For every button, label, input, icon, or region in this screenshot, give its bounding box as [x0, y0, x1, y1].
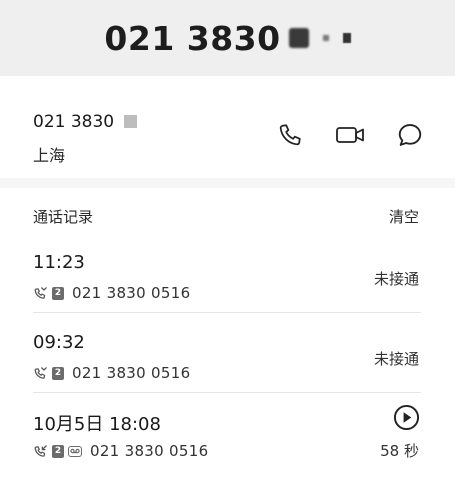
- divider: [33, 312, 421, 313]
- video-camera-icon: [336, 127, 364, 143]
- contact-number-text: 021 3830: [33, 112, 115, 132]
- title-bar: 021 3830: [0, 0, 455, 76]
- sim-badge: 2: [52, 444, 64, 458]
- chat-bubble-icon: [398, 124, 422, 146]
- call-button[interactable]: [275, 120, 305, 150]
- redacted-digits: [342, 33, 351, 43]
- call-time: 11:23: [33, 252, 85, 273]
- incoming-call-icon: [34, 444, 47, 457]
- contact-number: 021 3830: [33, 112, 138, 132]
- call-number: 021 3830 0516: [72, 364, 191, 382]
- redacted-digits: [322, 35, 329, 41]
- call-time: 10月5日 18:08: [33, 414, 161, 435]
- call-number: 021 3830 0516: [90, 442, 209, 460]
- section-separator: [0, 178, 455, 188]
- call-details: 2 021 3830 0516: [33, 284, 190, 302]
- call-status: 未接通: [373, 350, 419, 368]
- contact-card: 021 3830 上海: [0, 96, 455, 178]
- call-duration: 58 秒: [380, 442, 419, 460]
- redacted-digits: [288, 28, 309, 48]
- call-record[interactable]: 11:23 2 021 3830 0516 未接通: [0, 240, 455, 320]
- voicemail-icon: [68, 445, 82, 457]
- redacted-digits: [124, 115, 138, 128]
- call-log-header: 通话记录 清空: [0, 200, 455, 230]
- contact-actions: [275, 120, 425, 150]
- missed-call-icon: [34, 366, 47, 379]
- page-title: 021 3830: [104, 18, 281, 58]
- call-status: 未接通: [373, 270, 419, 288]
- message-button[interactable]: [395, 120, 425, 150]
- contact-location: 上海: [33, 146, 66, 165]
- call-log-title: 通话记录: [33, 208, 94, 226]
- call-details: 2 021 3830 0516: [33, 442, 208, 460]
- play-recording-icon[interactable]: [393, 404, 420, 431]
- call-record[interactable]: 09:32 2 021 3830 0516 未接通: [0, 320, 455, 400]
- sim-badge: 2: [52, 366, 64, 380]
- phone-icon: [279, 124, 301, 146]
- clear-button[interactable]: 清空: [389, 206, 419, 227]
- call-record[interactable]: 10月5日 18:08 2 021 3830 0516 58 秒: [0, 398, 455, 478]
- divider: [33, 392, 421, 393]
- call-number: 021 3830 0516: [72, 284, 191, 302]
- call-details: 2 021 3830 0516: [33, 364, 190, 382]
- missed-call-icon: [34, 286, 47, 299]
- call-time: 09:32: [33, 332, 85, 353]
- video-call-button[interactable]: [335, 120, 365, 150]
- sim-badge: 2: [52, 286, 64, 300]
